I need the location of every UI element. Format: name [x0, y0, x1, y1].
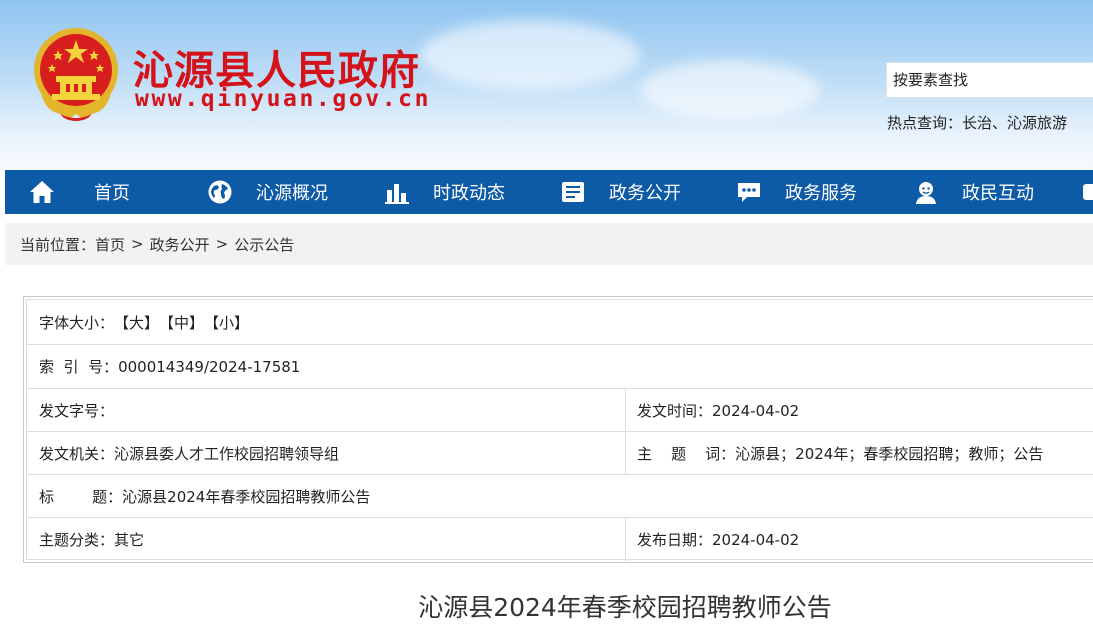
font-size-row: 字体大小： 【大】 【中】 【小】 [27, 300, 1093, 345]
font-size-cell: 字体大小： 【大】 【中】 【小】 [27, 300, 1093, 344]
doc-number-row: 发文字号： 发文时间：2024-04-02 [27, 389, 1093, 432]
nav-item-overview[interactable]: 沁源概况 [206, 170, 328, 214]
breadcrumb-prefix: 当前位置： [20, 235, 96, 254]
article-title: 沁源县2024年春季校园招聘教师公告 [418, 593, 832, 622]
header-cloud [640, 60, 820, 120]
category: 主题分类：其它 [27, 518, 626, 561]
main-nav: 首页 沁源概况 时政动态 政务公开 政务服务 政民互动 [5, 170, 1093, 214]
doc-number: 发文字号： [27, 389, 626, 431]
search-box[interactable] [886, 62, 1093, 98]
issuer: 发文机关：沁源县委人才工作校园招聘领导组 [27, 432, 626, 474]
font-size-label: 字体大小： [39, 313, 115, 332]
nav-item-label: 沁源概况 [256, 183, 328, 204]
index-row: 索 引 号：000014349/2024-17581 [27, 345, 1093, 389]
index-number: 索 引 号：000014349/2024-17581 [39, 358, 301, 376]
nav-item-home[interactable]: 首页 [28, 170, 130, 214]
document-icon [562, 182, 584, 202]
font-medium-button[interactable]: 【中】 [159, 312, 204, 333]
document-info-table: 字体大小： 【大】 【中】 【小】 索 引 号：000014349/2024-1… [23, 296, 1093, 563]
nav-item-label: 时政动态 [433, 183, 505, 204]
breadcrumb-item-home[interactable]: 首页 [95, 234, 125, 255]
globe-icon [208, 180, 232, 204]
hot-search-text[interactable]: 热点查询：长治、沁源旅游 [887, 112, 1067, 133]
site-url: www.qinyuan.gov.cn [135, 86, 432, 112]
breadcrumb: 当前位置： 首页 > 政务公开 > 公示公告 [5, 223, 1093, 265]
nav-item-label: 政务公开 [609, 183, 681, 204]
national-emblem-icon[interactable] [30, 26, 122, 122]
header-cloud [420, 20, 640, 90]
font-small-button[interactable]: 【小】 [204, 312, 249, 333]
nav-item-label: 首页 [94, 183, 130, 204]
breadcrumb-item-public-affairs[interactable]: 政务公开 [150, 234, 210, 255]
issue-time: 发文时间：2024-04-02 [637, 401, 800, 420]
nav-item-public-affairs[interactable]: 政务公开 [559, 170, 681, 214]
title-row: 标 题：沁源县2024年春季校园招聘教师公告 [27, 475, 1093, 518]
nav-item-label: 政务服务 [785, 183, 857, 204]
issuer-row: 发文机关：沁源县委人才工作校园招聘领导组 主 题 词：沁源县；2024年；春季校… [27, 432, 1093, 475]
nav-item-interaction[interactable]: 政民互动 [912, 170, 1034, 214]
search-input[interactable] [887, 63, 1093, 97]
nav-item-more[interactable] [1081, 170, 1093, 214]
nav-item-label: 政民互动 [962, 183, 1034, 204]
breadcrumb-separator: > [215, 235, 229, 253]
nav-item-services[interactable]: 政务服务 [735, 170, 857, 214]
breadcrumb-separator: > [131, 235, 144, 253]
category-row: 主题分类：其它 发布日期：2024-04-02 [27, 518, 1093, 561]
home-icon [30, 181, 54, 203]
more-icon [1083, 184, 1093, 200]
doc-title: 标 题：沁源县2024年春季校园招聘教师公告 [39, 487, 371, 506]
chart-icon [385, 184, 409, 204]
nav-item-news[interactable]: 时政动态 [383, 170, 505, 214]
user-icon [916, 182, 936, 204]
font-large-button[interactable]: 【大】 [114, 312, 159, 333]
chat-icon [738, 183, 760, 202]
keywords: 主 题 词：沁源县；2024年；春季校园招聘；教师；公告 [637, 444, 1044, 463]
breadcrumb-item-announcements[interactable]: 公示公告 [234, 234, 294, 255]
site-header: 沁源县人民政府 www.qinyuan.gov.cn 热点查询：长治、沁源旅游 [0, 0, 1093, 170]
document-info-inner: 字体大小： 【大】 【中】 【小】 索 引 号：000014349/2024-1… [26, 299, 1093, 561]
publish-date: 发布日期：2024-04-02 [637, 531, 800, 549]
